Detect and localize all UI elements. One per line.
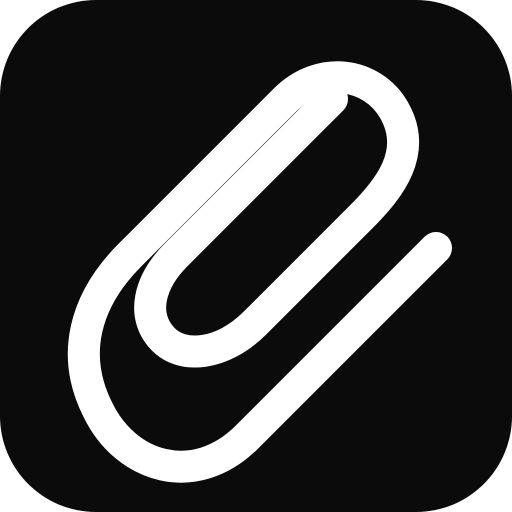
- paperclip-wire: [67, 61, 452, 483]
- paperclip-icon: [67, 61, 452, 483]
- app-icon-tile[interactable]: [0, 0, 512, 512]
